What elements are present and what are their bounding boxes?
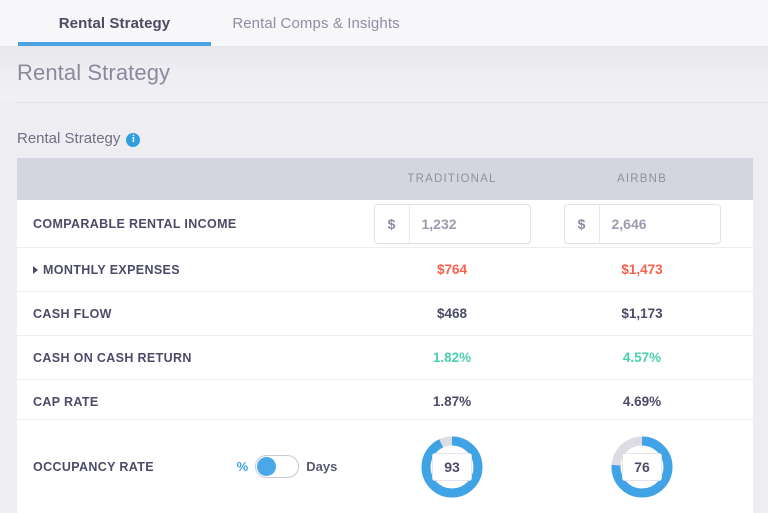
comparable-rental-income-airbnb-input[interactable]: 2,646 bbox=[600, 205, 720, 243]
currency-prefix-icon: $ bbox=[374, 204, 410, 243]
cell-airbnb-cash-on-cash-return: 4.57% bbox=[622, 350, 662, 365]
toggle-label-days: Days bbox=[306, 459, 338, 474]
row-label-comparable-rental-income: COMPARABLE RENTAL INCOME bbox=[33, 216, 237, 231]
cell-traditional-cash-flow: $468 bbox=[436, 306, 468, 321]
table-row: CASH ON CASH RETURN 1.82% 4.57% bbox=[17, 336, 753, 380]
rental-strategy-page: Rental Strategy Rental Comps & Insights … bbox=[0, 0, 768, 513]
table-header-row: TRADITIONAL AIRBNB bbox=[17, 158, 753, 200]
occupancy-unit-toggle: % Days bbox=[217, 455, 357, 478]
occupancy-airbnb-value: 76 bbox=[622, 452, 662, 481]
occupancy-traditional-value: 93 bbox=[432, 452, 472, 481]
tab-rental-comps-insights-label: Rental Comps & Insights bbox=[232, 14, 400, 32]
tab-rental-comps-insights[interactable]: Rental Comps & Insights bbox=[211, 0, 421, 46]
switch-knob bbox=[257, 457, 277, 476]
tab-bar: Rental Strategy Rental Comps & Insights bbox=[0, 0, 768, 46]
occupancy-traditional-donut: 93 bbox=[419, 434, 485, 500]
occupancy-traditional-donut-cell: 93 bbox=[357, 434, 547, 500]
rental-strategy-table: TRADITIONAL AIRBNB COMPARABLE RENTAL INC… bbox=[17, 158, 753, 423]
toggle-label-percent: % bbox=[236, 459, 249, 474]
comparable-rental-income-traditional-input-group[interactable]: $ 1,232 bbox=[373, 203, 531, 244]
comparable-rental-income-airbnb-input-group[interactable]: $ 2,646 bbox=[563, 203, 721, 244]
cell-traditional-cap-rate: 1.87% bbox=[432, 394, 472, 409]
row-label-cash-on-cash-return: CASH ON CASH RETURN bbox=[33, 350, 192, 365]
occupancy-airbnb-donut-cell: 76 bbox=[547, 434, 737, 500]
page-title: Rental Strategy bbox=[17, 60, 171, 85]
currency-prefix-icon: $ bbox=[564, 204, 600, 243]
column-header-traditional: TRADITIONAL bbox=[407, 173, 497, 185]
table-row: MONTHLY EXPENSES $764 $1,473 bbox=[17, 248, 753, 292]
section-title: Rental Strategy bbox=[17, 130, 121, 147]
header-divider bbox=[17, 102, 768, 103]
row-label-cash-flow: CASH FLOW bbox=[33, 306, 112, 321]
occupancy-rate-row: OCCUPANCY RATE % Days 93 76 bbox=[17, 419, 753, 513]
table-row: COMPARABLE RENTAL INCOME $ 1,232 $ 2,646 bbox=[17, 200, 753, 248]
tab-rental-strategy-label: Rental Strategy bbox=[58, 14, 171, 32]
tab-rental-strategy[interactable]: Rental Strategy bbox=[18, 0, 211, 46]
occupancy-unit-switch[interactable] bbox=[255, 455, 300, 478]
cell-airbnb-comparable-rental-income: $ 2,646 bbox=[547, 203, 737, 244]
cell-traditional-cash-on-cash-return: 1.82% bbox=[432, 350, 472, 365]
comparable-rental-income-traditional-input[interactable]: 1,232 bbox=[410, 205, 530, 243]
column-header-airbnb: AIRBNB bbox=[616, 173, 668, 185]
chevron-right-icon[interactable] bbox=[33, 265, 38, 274]
table-row: CAP RATE 1.87% 4.69% bbox=[17, 380, 753, 423]
row-label-monthly-expenses[interactable]: MONTHLY EXPENSES bbox=[17, 263, 357, 277]
section-header: Rental Strategy i bbox=[17, 130, 141, 147]
occupancy-airbnb-donut: 76 bbox=[609, 434, 675, 500]
cell-traditional-comparable-rental-income: $ 1,232 bbox=[357, 203, 547, 244]
cell-airbnb-cap-rate: 4.69% bbox=[622, 394, 662, 409]
info-icon[interactable]: i bbox=[126, 132, 141, 147]
table-row: CASH FLOW $468 $1,173 bbox=[17, 292, 753, 336]
row-label-monthly-expenses-text: MONTHLY EXPENSES bbox=[43, 262, 180, 277]
row-label-cap-rate: CAP RATE bbox=[33, 394, 99, 409]
cell-airbnb-cash-flow: $1,173 bbox=[621, 306, 663, 321]
cell-traditional-monthly-expenses: $764 bbox=[436, 262, 468, 277]
cell-airbnb-monthly-expenses: $1,473 bbox=[621, 262, 663, 277]
row-label-occupancy-rate: OCCUPANCY RATE bbox=[33, 459, 154, 474]
